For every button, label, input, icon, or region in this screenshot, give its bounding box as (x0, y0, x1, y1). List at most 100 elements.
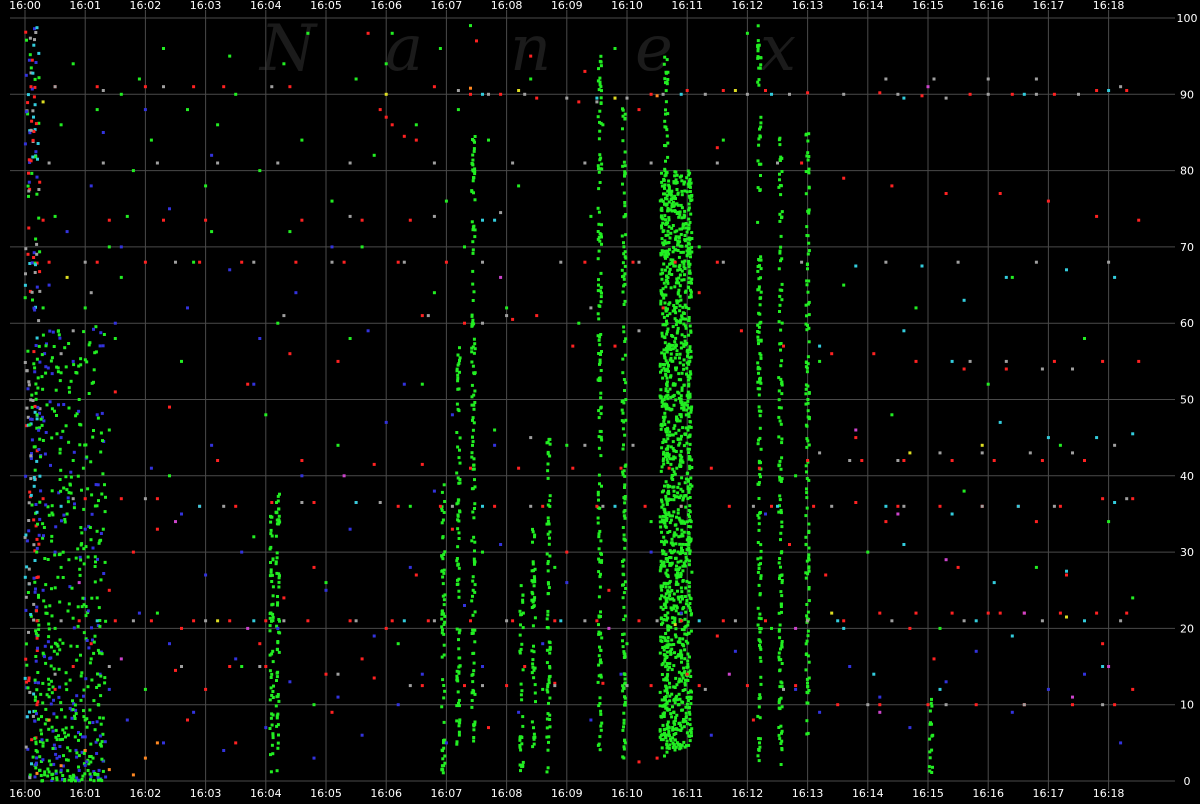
green-band-point (680, 179, 684, 183)
green-column-point (778, 698, 782, 701)
red-point (107, 588, 111, 592)
gray-point (348, 161, 352, 165)
green-band-point (664, 293, 668, 297)
green-band-point (682, 367, 686, 371)
green-band-point (671, 224, 675, 227)
green-column-point (471, 628, 475, 632)
green-column-point (597, 304, 601, 308)
green-column-point (531, 540, 534, 544)
green-column-point (805, 314, 808, 318)
cyan-point (974, 619, 978, 623)
red-point (583, 69, 587, 73)
green-band-point (667, 272, 671, 276)
green-column-point (271, 690, 275, 693)
green-column-point (473, 198, 477, 202)
green-band-point (680, 333, 684, 337)
green-band-point (667, 453, 671, 457)
dense-cloud-point (54, 388, 58, 392)
green-column-point (778, 310, 781, 313)
green-column-point (546, 476, 550, 480)
dense-cloud-point (64, 735, 67, 739)
green-column-point (621, 275, 624, 279)
gray-point (450, 504, 454, 508)
dense-cloud-point (43, 452, 47, 456)
green-column-point (624, 381, 628, 385)
left-edge-point (25, 539, 29, 543)
dense-cloud-point (88, 526, 92, 529)
green-band-point (674, 556, 678, 560)
green-column-point (757, 137, 761, 141)
green-band-point (688, 655, 691, 659)
y-tick-label: 90 (1180, 88, 1194, 101)
red-point (878, 611, 882, 615)
green-column-point (777, 320, 781, 324)
green-column-point (690, 405, 694, 409)
green-band-point (687, 743, 691, 747)
dense-cloud-point (35, 750, 39, 754)
green-band-point (667, 406, 671, 410)
green-column-point (599, 648, 603, 652)
cyan-point (962, 298, 966, 302)
green-column-point (546, 532, 550, 536)
red-point (595, 619, 599, 623)
left-edge-point (23, 575, 27, 579)
green-band-point (664, 552, 668, 556)
dense-cloud-point (43, 770, 47, 774)
green-column-point (779, 647, 782, 651)
chart: Nanex 16:00 16:01 16:02 16:03 16:04 16:05 16:0… (0, 0, 1200, 800)
left-edge-point (27, 567, 31, 571)
green-column-point (624, 256, 628, 260)
dense-cloud-point (34, 344, 38, 347)
green-column-point (456, 373, 460, 377)
dense-cloud-point (76, 624, 80, 628)
gray-point (751, 504, 755, 508)
green-column-point (473, 347, 477, 351)
green-column-point (471, 575, 475, 579)
green-band-point (665, 307, 669, 311)
dense-cloud-point (78, 567, 82, 571)
dense-cloud-point (52, 345, 56, 348)
green-band-point (668, 743, 672, 747)
dense-cloud-point (35, 550, 39, 554)
green-point (1010, 275, 1014, 279)
left-edge-point (25, 715, 29, 719)
red-point (721, 89, 725, 92)
red-point (685, 89, 689, 92)
dense-cloud-point (45, 738, 49, 742)
green-column-point (597, 547, 601, 551)
green-band-point (665, 447, 669, 451)
green-point (336, 443, 340, 447)
green-column-point (597, 557, 601, 561)
dense-cloud-point (64, 365, 68, 369)
green-column-point (757, 748, 761, 752)
green-point (890, 413, 894, 417)
gray-point (1028, 451, 1032, 455)
left-edge-point (32, 43, 36, 47)
red-point (709, 466, 713, 470)
green-column-point (457, 566, 461, 570)
green-column-point (271, 713, 275, 717)
green-column-point (599, 295, 603, 299)
green-column-point (807, 443, 811, 447)
blue-point (294, 291, 298, 295)
left-edge-point (25, 680, 28, 684)
dense-cloud-point (35, 712, 38, 716)
dense-cloud-point (33, 366, 37, 370)
green-band-point (676, 550, 680, 554)
green-column-point (807, 660, 811, 664)
watermark-letter: N (258, 12, 318, 86)
green-column-point (759, 121, 763, 125)
red-point (1071, 703, 1074, 707)
green-column-point (804, 192, 808, 196)
green-band-point (679, 397, 683, 401)
green-band-point (680, 206, 684, 210)
green-column-point (599, 712, 603, 716)
red-point (637, 760, 641, 764)
green-column-point (758, 436, 762, 440)
green-column-point (473, 640, 477, 644)
left-edge-point (31, 71, 35, 75)
green-band-point (676, 575, 680, 579)
green-column-point (757, 737, 761, 740)
x-tick-label-bottom: 16:10 (611, 787, 643, 800)
green-column-point (621, 127, 624, 131)
